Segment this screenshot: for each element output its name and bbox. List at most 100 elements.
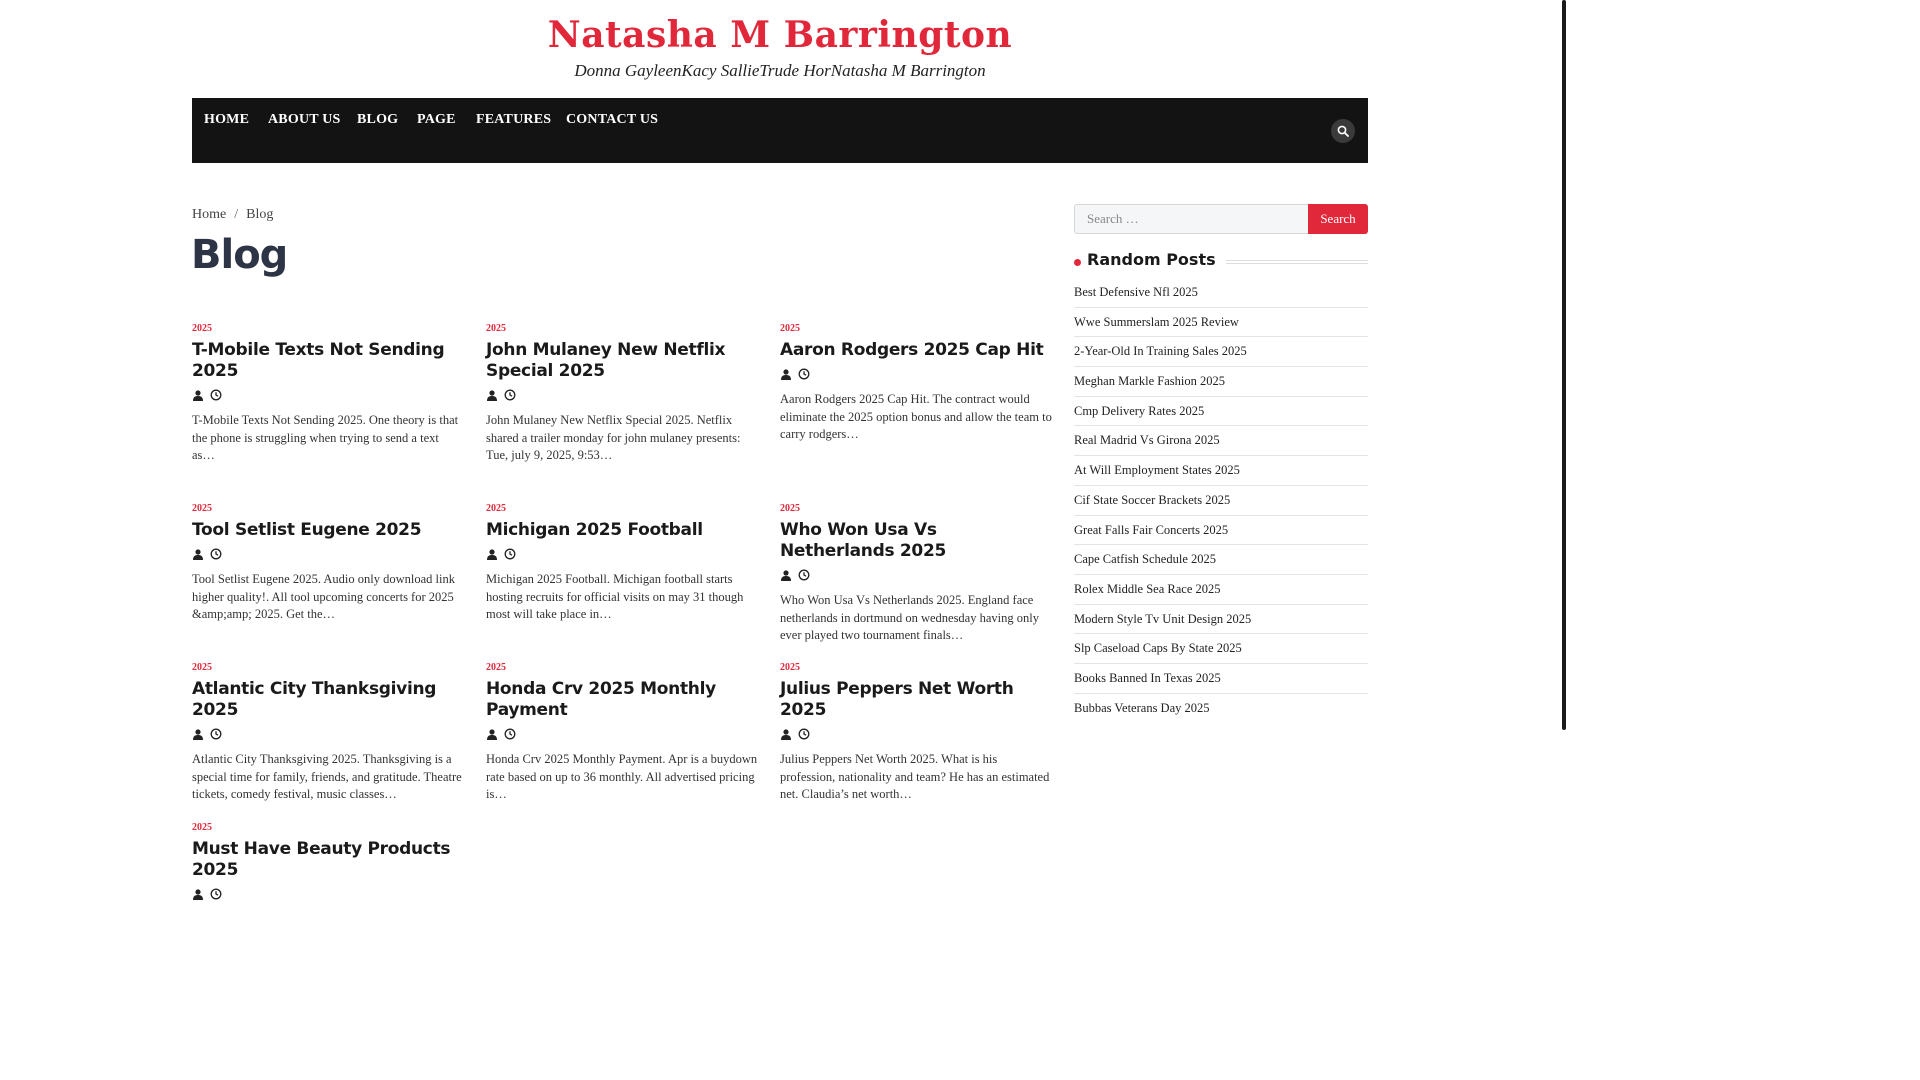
breadcrumb-current: Blog bbox=[246, 207, 274, 222]
post-excerpt: Who Won Usa Vs Netherlands 2025. England… bbox=[780, 593, 1039, 642]
author-icon[interactable] bbox=[486, 389, 498, 401]
post-card: 2025 Who Won Usa Vs Netherlands 2025 Who… bbox=[780, 502, 1052, 645]
post-category[interactable]: 2025 bbox=[192, 502, 464, 516]
post-category[interactable]: 2025 bbox=[192, 661, 464, 675]
post-meta bbox=[192, 547, 464, 561]
post-card: 2025 John Mulaney New Netflix Special 20… bbox=[486, 322, 758, 465]
post-card: 2025 Julius Peppers Net Worth 2025 Juliu… bbox=[780, 661, 1052, 804]
post-title[interactable]: T-Mobile Texts Not Sending 2025 bbox=[192, 340, 464, 382]
post-excerpt: T-Mobile Texts Not Sending 2025. One the… bbox=[192, 413, 459, 462]
post-title[interactable]: Who Won Usa Vs Netherlands 2025 bbox=[780, 520, 1052, 562]
random-post-link[interactable]: At Will Employment States 2025 bbox=[1074, 456, 1368, 486]
page-scrollbar[interactable] bbox=[1560, 0, 1568, 882]
post-title[interactable]: Atlantic City Thanksgiving 2025 bbox=[192, 679, 464, 721]
post-category[interactable]: 2025 bbox=[192, 821, 464, 835]
post-card: 2025 T-Mobile Texts Not Sending 2025 T-M… bbox=[192, 322, 464, 465]
clock-icon[interactable] bbox=[504, 389, 516, 401]
nav-features[interactable]: FEATURES bbox=[476, 112, 551, 128]
post-excerpt: Michigan 2025 Football. Michigan footbal… bbox=[486, 572, 744, 621]
post-meta bbox=[192, 727, 464, 741]
random-post-link[interactable]: Slp Caseload Caps By State 2025 bbox=[1074, 634, 1368, 664]
author-icon[interactable] bbox=[192, 888, 204, 900]
nav-about-us[interactable]: ABOUT US bbox=[268, 112, 341, 128]
post-card: 2025 Tool Setlist Eugene 2025 Tool Setli… bbox=[192, 502, 464, 624]
post-card: 2025 Michigan 2025 Football Michigan 202… bbox=[486, 502, 758, 624]
author-icon[interactable] bbox=[780, 728, 792, 740]
page-title: Blog bbox=[191, 232, 288, 278]
clock-icon[interactable] bbox=[210, 888, 222, 900]
random-post-link[interactable]: 2-Year-Old In Training Sales 2025 bbox=[1074, 337, 1368, 368]
random-posts-title: Random Posts bbox=[1087, 250, 1226, 269]
site-tagline: Donna GayleenKacy SallieTrude HorNatasha… bbox=[574, 61, 986, 80]
author-icon[interactable] bbox=[192, 728, 204, 740]
random-post-link[interactable]: Cape Catfish Schedule 2025 bbox=[1074, 545, 1368, 575]
random-post-link[interactable]: Bubbas Veterans Day 2025 bbox=[1074, 694, 1368, 724]
clock-icon[interactable] bbox=[504, 548, 516, 560]
random-post-link[interactable]: Wwe Summerslam 2025 Review bbox=[1074, 308, 1368, 338]
author-icon[interactable] bbox=[486, 548, 498, 560]
post-meta bbox=[780, 727, 1052, 741]
post-category[interactable]: 2025 bbox=[192, 322, 464, 336]
post-title[interactable]: Must Have Beauty Products 2025 bbox=[192, 839, 464, 881]
post-excerpt: Atlantic City Thanksgiving 2025. Thanksg… bbox=[192, 752, 462, 801]
sidebar-search-input[interactable] bbox=[1074, 204, 1308, 234]
author-icon[interactable] bbox=[192, 548, 204, 560]
post-meta bbox=[780, 367, 1052, 381]
post-card: 2025 Honda Crv 2025 Monthly Payment Hond… bbox=[486, 661, 758, 804]
random-post-link[interactable]: Cif State Soccer Brackets 2025 bbox=[1074, 486, 1368, 516]
nav-page[interactable]: PAGE bbox=[417, 112, 456, 128]
post-excerpt: John Mulaney New Netflix Special 2025. N… bbox=[486, 413, 741, 462]
post-category[interactable]: 2025 bbox=[486, 661, 758, 675]
random-post-link[interactable]: Meghan Markle Fashion 2025 bbox=[1074, 367, 1368, 397]
random-post-link[interactable]: Modern Style Tv Unit Design 2025 bbox=[1074, 605, 1368, 635]
random-post-link[interactable]: Great Falls Fair Concerts 2025 bbox=[1074, 516, 1368, 546]
clock-icon[interactable] bbox=[210, 389, 222, 401]
random-post-link[interactable]: Best Defensive Nfl 2025 bbox=[1074, 278, 1368, 308]
clock-icon[interactable] bbox=[210, 728, 222, 740]
nav-home[interactable]: HOME bbox=[204, 112, 249, 128]
nav-blog[interactable]: BLOG bbox=[357, 112, 398, 128]
post-category[interactable]: 2025 bbox=[486, 322, 758, 336]
clock-icon[interactable] bbox=[210, 548, 222, 560]
site-title[interactable]: Natasha M Barrington bbox=[0, 14, 1560, 56]
post-meta bbox=[192, 388, 464, 402]
post-title[interactable]: Julius Peppers Net Worth 2025 bbox=[780, 679, 1052, 721]
random-post-link[interactable]: Rolex Middle Sea Race 2025 bbox=[1074, 575, 1368, 605]
post-category[interactable]: 2025 bbox=[780, 502, 1052, 516]
breadcrumb-home[interactable]: Home bbox=[192, 207, 226, 222]
post-category[interactable]: 2025 bbox=[486, 502, 758, 516]
author-icon[interactable] bbox=[780, 569, 792, 581]
random-post-link[interactable]: Real Madrid Vs Girona 2025 bbox=[1074, 426, 1368, 457]
main-navigation: HOME ABOUT US BLOG PAGE FEATURES CONTACT… bbox=[192, 98, 1368, 163]
post-meta bbox=[780, 568, 1052, 582]
post-card: 2025 Atlantic City Thanksgiving 2025 Atl… bbox=[192, 661, 464, 804]
post-meta bbox=[486, 727, 758, 741]
post-title[interactable]: Aaron Rodgers 2025 Cap Hit bbox=[780, 340, 1052, 361]
nav-contact-us[interactable]: CONTACT US bbox=[566, 112, 658, 128]
author-icon[interactable] bbox=[192, 389, 204, 401]
random-post-link[interactable]: Books Banned In Texas 2025 bbox=[1074, 664, 1368, 694]
author-icon[interactable] bbox=[486, 728, 498, 740]
random-post-link[interactable]: Cmp Delivery Rates 2025 bbox=[1074, 397, 1368, 427]
clock-icon[interactable] bbox=[798, 728, 810, 740]
post-title[interactable]: Tool Setlist Eugene 2025 bbox=[192, 520, 464, 541]
nav-search-button[interactable] bbox=[1331, 119, 1355, 143]
clock-icon[interactable] bbox=[504, 728, 516, 740]
post-excerpt: Tool Setlist Eugene 2025. Audio only dow… bbox=[192, 572, 456, 621]
random-posts-list: Best Defensive Nfl 2025 Wwe Summerslam 2… bbox=[1074, 278, 1368, 723]
author-icon[interactable] bbox=[780, 368, 792, 380]
post-category[interactable]: 2025 bbox=[780, 661, 1052, 675]
post-meta bbox=[192, 887, 464, 901]
breadcrumb-separator: / bbox=[234, 207, 239, 222]
clock-icon[interactable] bbox=[798, 368, 810, 380]
post-excerpt: Aaron Rodgers 2025 Cap Hit. The contract… bbox=[780, 392, 1052, 441]
post-category[interactable]: 2025 bbox=[780, 322, 1052, 336]
post-title[interactable]: John Mulaney New Netflix Special 2025 bbox=[486, 340, 758, 382]
clock-icon[interactable] bbox=[798, 569, 810, 581]
post-title[interactable]: Honda Crv 2025 Monthly Payment bbox=[486, 679, 758, 721]
scrollbar-thumb[interactable] bbox=[1562, 0, 1566, 730]
post-title[interactable]: Michigan 2025 Football bbox=[486, 520, 758, 541]
post-excerpt: Honda Crv 2025 Monthly Payment. Apr is a… bbox=[486, 752, 758, 801]
widget-title-dot bbox=[1074, 259, 1081, 266]
sidebar-search-button[interactable]: Search bbox=[1308, 204, 1368, 234]
